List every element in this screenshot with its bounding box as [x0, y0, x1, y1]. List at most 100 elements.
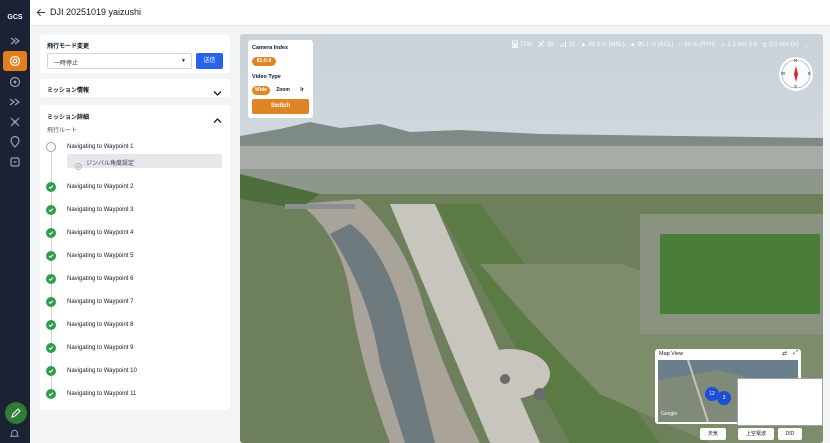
altitude-agl-status: ▲ 95.1 m (AGL) — [630, 42, 674, 48]
grid-icon[interactable] — [3, 152, 27, 172]
send-button[interactable]: 送信 — [196, 53, 223, 69]
waypoint-label: Navigating to Waypoint 1 — [67, 144, 134, 150]
waypoint-item[interactable]: Navigating to Waypoint 5 — [46, 250, 226, 262]
camera-index-value[interactable]: 81-0-0 — [252, 57, 276, 66]
weather-button[interactable]: 天気 — [700, 428, 726, 440]
waypoint-label: Navigating to Waypoint 7 — [67, 299, 134, 305]
page-title: DJI 20251019 yaizushi — [50, 7, 142, 17]
app-root: GCS DJI 20251019 yaizushi 飛行モード変更 一時停止 ▼… — [0, 0, 830, 443]
waypoint-item[interactable]: Navigating to Waypoint 8 — [46, 319, 226, 331]
video-type-zoom[interactable]: Zoom — [273, 86, 293, 95]
speed-h-value: 1.5 m/s (H) — [727, 42, 758, 48]
altitude-icon: ▲ — [629, 42, 636, 48]
mission-info-heading: ミッション情報 — [47, 88, 90, 94]
waypoint-label: Navigating to Waypoint 10 — [67, 368, 137, 374]
altitude-agl-value: 95.1 m (AGL) — [637, 42, 674, 48]
side-rail: GCS — [0, 0, 30, 443]
battery-icon — [512, 40, 518, 50]
pending-circle-icon — [46, 142, 56, 152]
waypoint-label: Navigating to Waypoint 9 — [67, 345, 134, 351]
check-icon — [46, 228, 56, 238]
altitude-icon: ▲ — [580, 42, 587, 48]
switch-button[interactable]: Switch — [252, 99, 309, 114]
chevron-down-icon[interactable] — [213, 84, 222, 102]
waypoint-label: Navigating to Waypoint 8 — [67, 322, 134, 328]
waypoint-item[interactable]: Navigating to Waypoint 4 — [46, 227, 226, 239]
map-preview-thumbnail[interactable] — [737, 378, 823, 426]
waypoint-label: Navigating to Waypoint 2 — [67, 184, 134, 190]
check-icon — [46, 182, 56, 192]
altitude-msl-status: ▲ 40.5 m (MSL) — [580, 42, 624, 48]
check-icon — [46, 320, 56, 330]
flight-mode-card: 飛行モード変更 一時停止 ▼ 送信 — [40, 35, 230, 73]
waypoint-item[interactable]: Navigating to Waypoint 6 — [46, 273, 226, 285]
waypoint-item[interactable]: Navigating to Waypoint 9 — [46, 342, 226, 354]
chevron-up-icon[interactable] — [213, 111, 222, 129]
check-icon — [46, 389, 56, 399]
chevron-down-icon[interactable]: ⌄ — [804, 42, 809, 49]
telemetry-status-bar: 72% 35 32 ▲ 40.5 m (MSL) ▲ 95.1 m (AGL) … — [512, 38, 812, 52]
battery-value: 72% — [520, 42, 533, 48]
battery-status: 72% — [512, 40, 532, 50]
signal-icon — [559, 40, 567, 50]
compass-north: N — [794, 58, 798, 63]
satellite-status: 35 — [537, 40, 554, 50]
waypoint-item[interactable]: Navigating to Waypoint 1 — [46, 141, 226, 153]
mission-info-card[interactable]: ミッション情報 — [40, 79, 230, 97]
video-type-ir[interactable]: Ir — [296, 86, 308, 95]
distance-rth-status: ⌂ 50 m (RTH) — [679, 42, 716, 48]
check-icon — [46, 297, 56, 307]
check-icon — [46, 251, 56, 261]
satellite-icon — [537, 40, 545, 50]
distance-rth-value: 50 m (RTH) — [684, 42, 716, 48]
check-circle-icon — [75, 157, 82, 175]
app-logo: GCS — [7, 14, 23, 21]
drone-icon[interactable] — [3, 112, 27, 132]
speed-v-status: ⇅ 0.0 m/s (V) — [762, 42, 798, 49]
waypoint-label: Navigating to Waypoint 4 — [67, 230, 134, 236]
waypoint-label: Navigating to Waypoint 5 — [67, 253, 134, 259]
waypoint-label: Navigating to Waypoint 6 — [67, 276, 134, 282]
camera-control-panel: Camera Index 81-0-0 Video Type Wide Zoom… — [248, 40, 313, 118]
map-attribution: Google — [661, 411, 678, 417]
speed-icon: ➚ — [720, 42, 726, 49]
waypoint-item[interactable]: Navigating to Waypoint 2 — [46, 181, 226, 193]
waypoint-item[interactable]: Navigating to Waypoint 11 — [46, 388, 226, 400]
video-type-wide[interactable]: Wide — [252, 86, 270, 95]
crosshair-icon[interactable] — [3, 31, 27, 51]
route-label: 飛行ルート — [47, 128, 78, 134]
compass-south: S — [794, 84, 798, 89]
back-arrow-icon[interactable] — [36, 5, 47, 23]
map-view-title: Map View — [659, 351, 684, 357]
speed-v-value: 0.0 m/s (V) — [769, 42, 799, 48]
did-button[interactable]: DID — [778, 428, 802, 440]
check-icon — [46, 343, 56, 353]
speed-h-status: ➚ 1.5 m/s (H) — [721, 42, 758, 49]
fast-forward-icon[interactable] — [3, 92, 27, 112]
waypoint-item[interactable]: Navigating to Waypoint 3 — [46, 204, 226, 216]
camera-index-label: Camera Index — [252, 45, 289, 51]
target-icon[interactable] — [3, 51, 27, 71]
edit-pencil-icon[interactable] — [5, 402, 27, 424]
expand-icon[interactable]: ⤢ — [793, 350, 798, 357]
waypoint-item[interactable]: Navigating to Waypoint 10 — [46, 365, 226, 377]
check-icon — [46, 366, 56, 376]
compass-west: W — [781, 71, 786, 76]
signal-status: 32 — [559, 40, 575, 50]
flight-mode-select[interactable]: 一時停止 ▼ — [47, 53, 192, 69]
disc-icon[interactable] — [3, 72, 27, 92]
waypoint-item[interactable]: Navigating to Waypoint 7 — [46, 296, 226, 308]
gimbal-angle-setting[interactable]: ジンバル角度設定 — [67, 154, 222, 170]
swap-icon[interactable]: ⇄ — [782, 350, 787, 357]
map-pin-icon[interactable] — [3, 132, 27, 152]
bell-icon[interactable] — [9, 426, 20, 443]
radio-signal-button[interactable]: 上空電波 — [738, 428, 774, 440]
speed-icon: ⇅ — [762, 42, 768, 49]
check-icon — [46, 274, 56, 284]
compass-east: E — [808, 71, 812, 76]
mission-detail-heading: ミッション詳細 — [47, 115, 90, 121]
caret-down-icon: ▼ — [181, 58, 186, 64]
map-cluster-badge[interactable]: 3 — [717, 391, 731, 405]
home-icon: ⌂ — [678, 42, 683, 48]
flight-mode-value: 一時停止 — [54, 61, 79, 67]
